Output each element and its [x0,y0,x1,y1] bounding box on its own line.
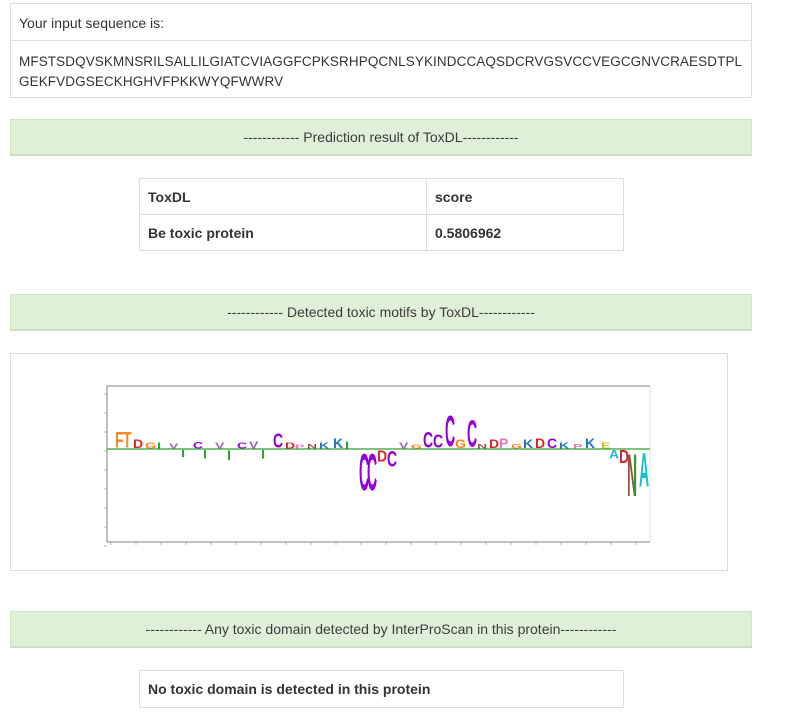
prediction-score: 0.5806962 [426,214,624,251]
logo-glyph: N [477,444,487,451]
logo-glyph: C [423,427,433,452]
logo-glyph: V [215,442,225,450]
table-row: Be toxic protein 0.5806962 [139,214,624,251]
interproscan-banner: ------------ Any toxic domain detected b… [10,611,752,648]
motif-logo-panel: FTDGIVICIVICVICDPNKKICCDCVGCCCGCNDPGKDCK… [10,353,728,571]
logo-glyph: G [455,437,466,451]
logo-glyph: A [639,445,649,498]
logo-glyph: P [295,444,304,450]
header-score: score [426,178,624,215]
prediction-result-banner: ------------ Prediction result of ToxDL-… [10,119,752,156]
logo-glyph: C [467,413,477,455]
logo-glyph: N [307,444,317,451]
sequence-logo-chart: F T D G I VICIVIC VIC D P N K K I CC D C V G C C C G C N D P G K D C K… [104,385,651,547]
logo-glyph: K [585,435,595,451]
toxic-motifs-banner: ------------ Detected toxic motifs by To… [10,294,752,331]
logo-glyph: I [261,447,265,461]
logo-glyph: I [227,447,231,463]
logo-glyph: G [145,442,156,450]
logo-glyph: D [377,448,387,466]
logo-glyph: T [123,427,132,452]
logo-glyph: P [573,444,582,451]
logo-glyph: C [273,429,283,452]
logo-glyph: D [285,442,295,450]
logo-glyph: C [367,445,377,502]
logo-glyph: C [547,435,557,451]
logo-glyph: I [203,447,207,461]
logo-glyph: V [169,443,179,451]
logo-glyph: C [433,432,443,452]
input-sequence-text: MFSTSDQVSKMNSRILSALLILGIATCVIAGGFCPKSRHP… [10,40,752,98]
logo-glyph: D [133,437,143,451]
logo-glyph: C [445,405,455,455]
prediction-table: ToxDL score Be toxic protein 0.5806962 [139,178,624,251]
logo-glyph: K [559,442,570,450]
logo-glyph: I [157,442,161,450]
logo-glyph: D [535,435,545,451]
logo-glyph: C [237,442,247,450]
logo-glyph: K [319,442,330,450]
prediction-label: Be toxic protein [139,214,427,251]
domain-result-message: No toxic domain is detected in this prot… [139,670,624,708]
logo-glyph: I [181,448,185,459]
logo-glyph: I [633,442,637,507]
logo-glyph: G [511,444,522,451]
logo-glyph: V [249,439,258,450]
logo-glyph: G [411,444,422,450]
logo-glyph: C [387,446,397,471]
logo-glyph: P [499,435,508,451]
logo-glyph: D [489,437,499,451]
header-toxdl: ToxDL [139,178,427,215]
logo-glyph: V [399,442,409,450]
input-sequence-label: Your input sequence is: [10,3,752,41]
logo-glyph: I [345,439,349,450]
table-header-row: ToxDL score [139,178,624,215]
logo-glyph: K [333,435,343,451]
logo-glyph: K [523,437,534,451]
